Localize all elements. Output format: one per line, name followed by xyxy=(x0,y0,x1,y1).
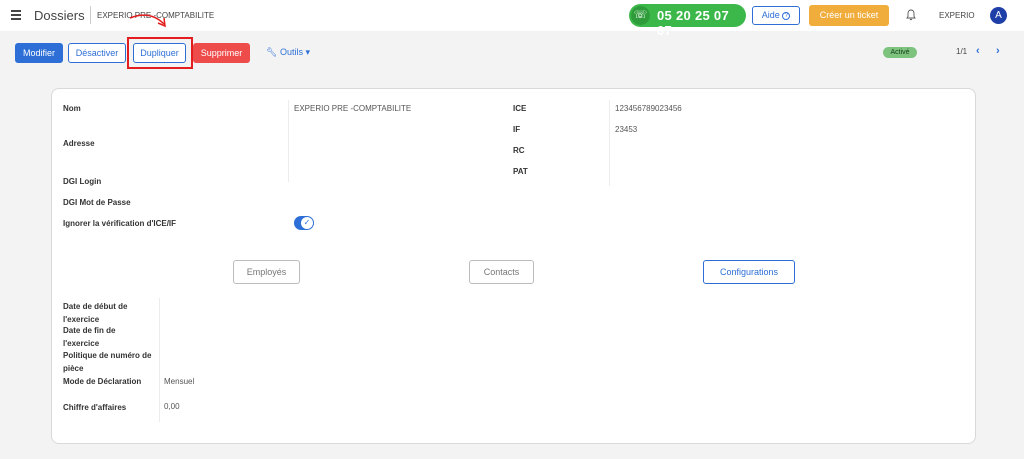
declaration-mode-label: Mode de Déclaration xyxy=(63,377,142,386)
help-label: Aide xyxy=(761,10,780,20)
ice-label: ICE xyxy=(513,104,527,113)
adresse-label: Adresse xyxy=(63,139,95,148)
nom-value: EXPERIO PRE -COMPTABILITE xyxy=(294,104,412,113)
headset-icon: ☏ xyxy=(631,6,650,25)
status-badge: Activé xyxy=(883,47,917,58)
check-icon: ✓ xyxy=(301,217,313,229)
chevron-left-icon[interactable]: ‹ xyxy=(976,45,980,57)
ice-value: 123456789023456 xyxy=(615,104,682,113)
if-value: 23453 xyxy=(615,125,638,134)
if-label: IF xyxy=(513,125,521,134)
tab-employes[interactable]: Employés xyxy=(233,260,300,284)
declaration-mode-value: Mensuel xyxy=(164,377,195,386)
caret-down-icon: ▾ xyxy=(305,47,311,57)
column-divider xyxy=(609,100,610,186)
ignore-check-label: Ignorer la vérification d'ICE/IF xyxy=(63,219,177,228)
help-button[interactable]: Aide ? xyxy=(752,6,800,25)
pat-label: PAT xyxy=(513,167,528,176)
divider xyxy=(90,6,91,24)
revenue-value: 0,00 xyxy=(164,402,180,411)
desactiver-button[interactable]: Désactiver xyxy=(68,43,126,63)
modifier-button[interactable]: Modifier xyxy=(15,43,63,63)
column-divider xyxy=(288,100,289,182)
highlight-box xyxy=(127,37,193,69)
menu-icon[interactable] xyxy=(11,10,21,20)
tab-contacts[interactable]: Contacts xyxy=(469,260,534,284)
question-icon: ? xyxy=(782,12,791,20)
tab-configurations[interactable]: Configurations xyxy=(703,260,795,284)
phone-number: 05 20 25 07 07 xyxy=(657,8,729,38)
exercise-end-label: Date de fin de l'exercice xyxy=(63,326,116,348)
nom-label: Nom xyxy=(63,104,81,113)
document-numbering-label: Politique de numéro de pièce xyxy=(63,351,152,373)
avatar[interactable]: A xyxy=(990,7,1007,24)
column-divider xyxy=(159,298,160,422)
dgi-login-label: DGI Login xyxy=(63,177,102,186)
exercise-start-label: Date de début de l'exercice xyxy=(63,302,128,324)
revenue-label: Chiffre d'affaires xyxy=(63,403,127,412)
dgi-password-label: DGI Mot de Passe xyxy=(63,198,131,207)
app-title[interactable]: Dossiers xyxy=(34,8,85,23)
chevron-right-icon[interactable]: › xyxy=(996,45,1000,57)
wrench-icon: 🔧︎ xyxy=(266,47,278,57)
company-name[interactable]: EXPERIO xyxy=(939,11,975,20)
rc-label: RC xyxy=(513,146,525,155)
ignore-check-toggle[interactable]: ✓ xyxy=(294,216,314,230)
pager-counter: 1/1 xyxy=(956,47,968,56)
supprimer-button[interactable]: Supprimer xyxy=(193,43,250,63)
bell-icon[interactable] xyxy=(906,9,916,21)
annotation-arrow xyxy=(129,14,166,28)
outils-dropdown[interactable]: 🔧︎ Outils ▾ xyxy=(266,47,310,58)
phone-support[interactable]: ☏ 05 20 25 07 07 xyxy=(629,4,746,38)
create-ticket-button[interactable]: Créer un ticket xyxy=(809,5,889,26)
outils-label: Outils xyxy=(279,47,303,57)
